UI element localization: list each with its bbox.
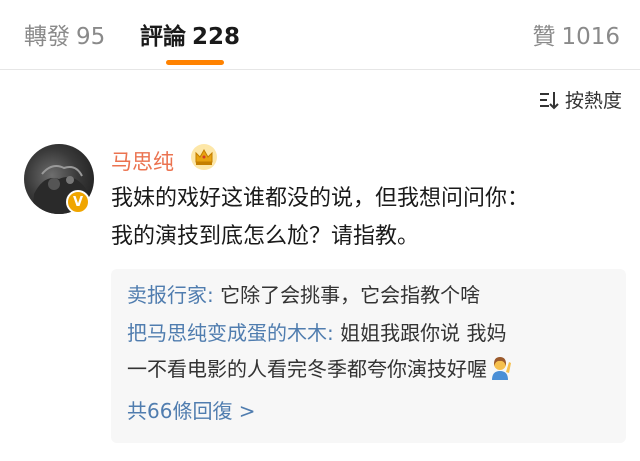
person-raising-hand-icon [492, 357, 511, 380]
reply-author[interactable]: 把马思纯变成蛋的木木: [127, 321, 334, 345]
tab-comments-count: 228 [192, 24, 241, 50]
tab-likes-label: 贊 [532, 24, 556, 50]
more-replies-link[interactable]: 共66條回復 > [127, 395, 256, 424]
tab-comments-label: 評論 [140, 24, 186, 50]
reply-preview-box[interactable]: 卖报行家: 它除了会挑事，它会指教个啥 把马思纯变成蛋的木木: 姐姐我跟你说 我… [111, 269, 626, 443]
reply-text: 它除了会挑事，它会指教个啥 [220, 283, 481, 307]
reply-text-continued: 一不看电影的人看完冬季都夸你演技好喔 [127, 357, 487, 381]
tab-comments[interactable]: 評論 228 [140, 17, 240, 51]
sort-icon [539, 91, 559, 109]
comment-body: 我妹的戏好这谁都没的说，但我想问问你： 我的演技到底怎么尬？请指教。 [111, 180, 621, 256]
comment-line-1: 我妹的戏好这谁都没的说，但我想问问你： [111, 186, 530, 211]
tab-reposts-count: 95 [76, 24, 106, 50]
reply-item[interactable]: 把马思纯变成蛋的木木: 姐姐我跟你说 我妈 一不看电影的人看完冬季都夸你演技好喔 [127, 315, 511, 387]
sort-label: 按熱度 [564, 90, 622, 112]
tab-reposts[interactable]: 轉發 95 [24, 17, 105, 51]
active-tab-indicator [166, 60, 224, 65]
tab-likes[interactable]: 贊 1016 [532, 17, 620, 51]
reply-item[interactable]: 卖报行家: 它除了会挑事，它会指教个啥 [127, 277, 480, 313]
reply-author[interactable]: 卖报行家: [127, 283, 214, 307]
comment-username[interactable]: 马思纯 [111, 146, 174, 176]
tab-bar: 轉發 95 評論 228 贊 1016 [0, 0, 640, 70]
reply-text: 姐姐我跟你说 我妈 [340, 321, 507, 345]
tab-likes-count: 1016 [561, 24, 620, 50]
comment-line-2: 我的演技到底怎么尬？请指教。 [111, 224, 420, 249]
sort-button[interactable]: 按熱度 [537, 86, 622, 113]
tab-reposts-label: 轉發 [24, 24, 70, 50]
crown-icon[interactable] [190, 143, 218, 171]
verified-badge: V [66, 190, 90, 214]
